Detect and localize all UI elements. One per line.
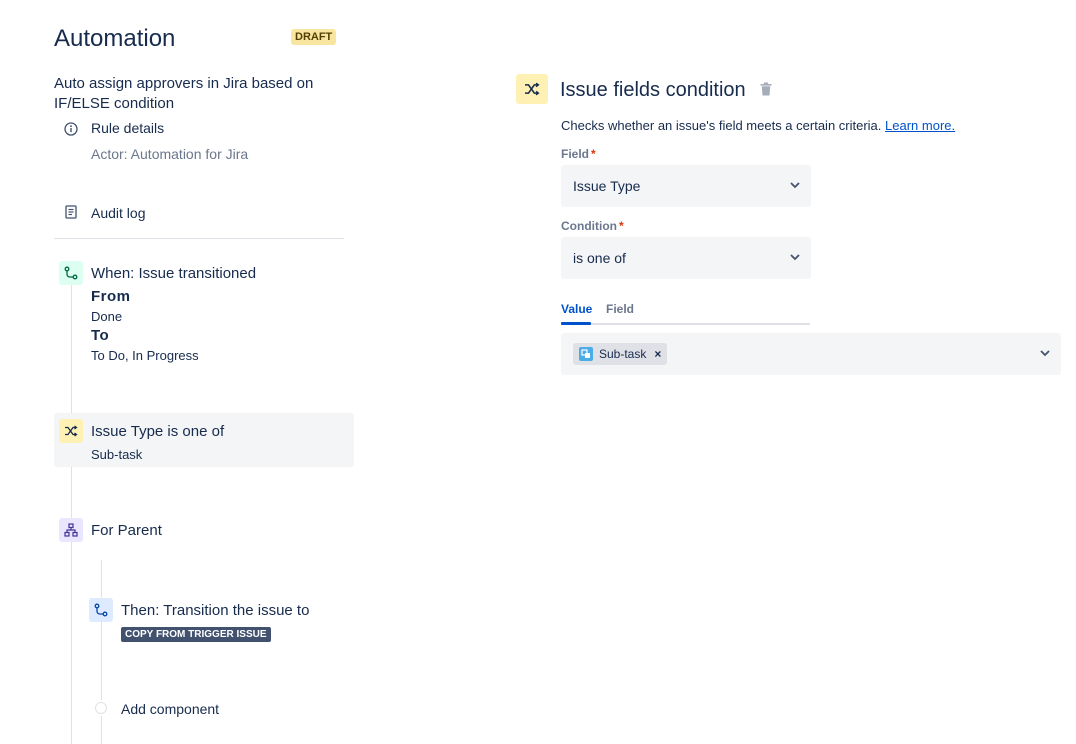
page-title: Automation: [54, 25, 176, 52]
audit-log-link[interactable]: Audit log: [91, 205, 145, 221]
add-component-dot-icon: [95, 702, 107, 714]
panel-title: Issue fields condition: [560, 79, 746, 101]
rule-details-link[interactable]: Rule details: [91, 120, 164, 136]
field-label: Field *: [561, 147, 596, 161]
selected-value-tag: Sub-task ×: [573, 343, 668, 365]
condition-shuffle-icon: [59, 419, 83, 443]
selected-value-label: Sub-task: [599, 347, 647, 361]
condition-label-text: Condition: [561, 219, 617, 233]
tabs-underline: [561, 323, 810, 325]
condition-select-value: is one of: [573, 250, 626, 266]
field-select-value: Issue Type: [573, 178, 641, 194]
chevron-down-icon: [790, 254, 800, 261]
condition-title: Issue Type is one of: [91, 423, 225, 440]
flow-line: [71, 284, 72, 744]
chevron-down-icon[interactable]: [1039, 347, 1051, 359]
actor-text: Actor: Automation for Jira: [91, 146, 249, 162]
add-component-button[interactable]: Add component: [121, 701, 219, 717]
tab-value[interactable]: Value: [561, 302, 592, 316]
trigger-from-value: Done: [91, 309, 123, 324]
tab-value-active-indicator: [561, 322, 591, 325]
rule-name[interactable]: Auto assign approvers in Jira based on I…: [54, 74, 344, 114]
draft-badge: DRAFT: [291, 29, 337, 45]
trigger-to-label: To: [91, 327, 110, 344]
remove-tag-icon[interactable]: ×: [654, 347, 661, 361]
action-transition-icon: [89, 598, 113, 622]
field-label-text: Field: [561, 147, 590, 161]
condition-select[interactable]: is one of: [561, 237, 811, 279]
branch-flow-line: [101, 560, 102, 700]
panel-description: Checks whether an issue's field meets a …: [561, 118, 955, 133]
branch-flow-line-end: [101, 716, 102, 744]
trigger-to-value: To Do, In Progress: [91, 348, 199, 363]
condition-subtitle: Sub-task: [91, 447, 143, 462]
subtask-icon: [579, 347, 593, 361]
copy-from-trigger-badge: COPY FROM TRIGGER ISSUE: [121, 627, 271, 642]
trash-icon[interactable]: [760, 82, 772, 96]
condition-label: Condition *: [561, 219, 624, 233]
trigger-from-label: From: [91, 288, 131, 305]
trigger-title[interactable]: When: Issue transitioned: [91, 265, 256, 282]
action-title[interactable]: Then: Transition the issue to: [121, 602, 309, 619]
value-multiselect[interactable]: Sub-task ×: [561, 333, 1061, 375]
trigger-icon: [59, 261, 83, 285]
learn-more-link[interactable]: Learn more.: [885, 118, 955, 133]
required-mark: *: [591, 147, 596, 161]
panel-description-text: Checks whether an issue's field meets a …: [561, 118, 882, 133]
chevron-down-icon: [790, 182, 800, 189]
divider: [54, 238, 344, 239]
branch-title[interactable]: For Parent: [91, 522, 162, 539]
field-select[interactable]: Issue Type: [561, 165, 811, 207]
info-icon: [64, 122, 78, 136]
branch-hierarchy-icon: [59, 518, 83, 542]
panel-shuffle-icon: [516, 74, 548, 104]
audit-log-icon: [65, 205, 77, 219]
tab-field[interactable]: Field: [606, 302, 634, 316]
required-mark: *: [618, 219, 624, 233]
